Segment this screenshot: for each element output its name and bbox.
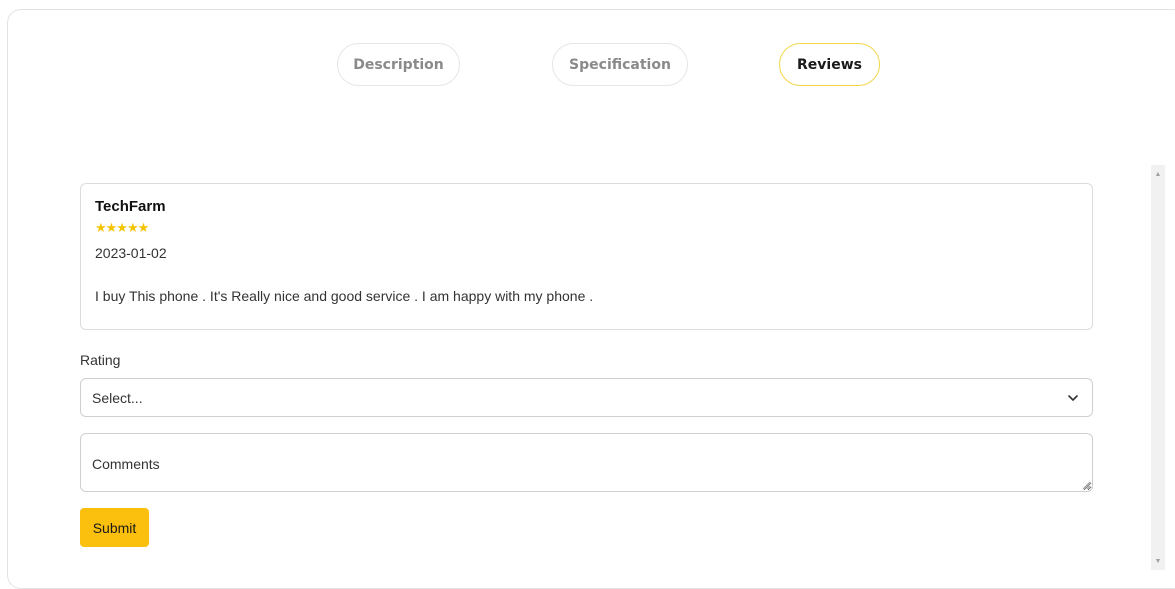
reviewer-name: TechFarm [95, 198, 166, 215]
review-card: TechFarm ★★★★★ 2023-01-02 I buy This pho… [80, 183, 1093, 330]
tab-specification[interactable]: Specification [552, 43, 688, 86]
tab-description[interactable]: Description [337, 43, 460, 86]
resize-grip-icon[interactable] [1082, 481, 1091, 490]
reviews-scrollbar[interactable]: ▲ ▼ [1151, 165, 1165, 570]
tab-reviews[interactable]: Reviews [779, 43, 880, 86]
chevron-down-icon [1068, 395, 1078, 401]
rating-label: Rating [80, 352, 121, 368]
star-rating-icon: ★★★★★ [95, 220, 149, 235]
rating-select[interactable]: Select... [80, 378, 1093, 417]
review-text: I buy This phone . It's Really nice and … [95, 288, 594, 304]
rating-select-value: Select... [92, 389, 143, 406]
comments-textarea[interactable] [80, 433, 1093, 492]
scroll-up-arrow-icon[interactable]: ▲ [1151, 167, 1165, 181]
scroll-down-arrow-icon[interactable]: ▼ [1151, 554, 1165, 568]
review-date: 2023-01-02 [95, 245, 167, 261]
tab-bar: Description Specification Reviews [0, 43, 1175, 87]
submit-button[interactable]: Submit [80, 508, 149, 547]
